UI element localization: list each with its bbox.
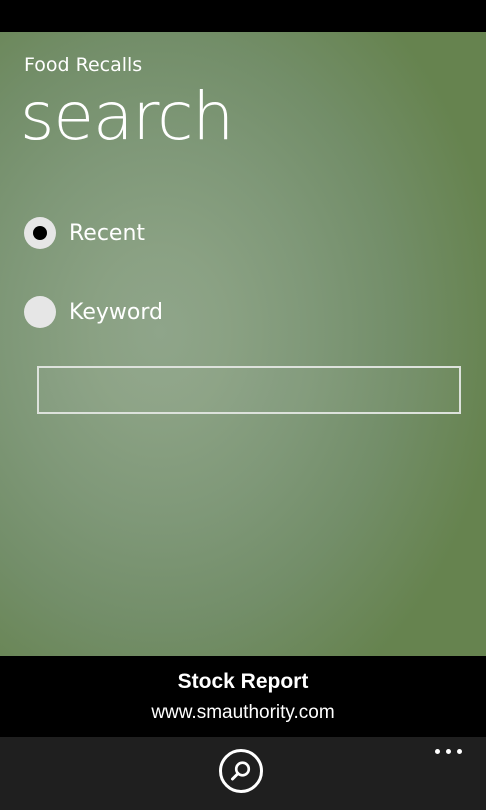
status-bar [0,0,486,32]
radio-selected-dot [33,226,47,240]
page-title: search [20,78,234,155]
radio-label-recent: Recent [69,220,146,246]
ad-banner[interactable]: Stock Report www.smauthority.com [0,657,486,736]
radio-button-unselected[interactable] [24,296,56,328]
radio-label-keyword: Keyword [69,299,163,325]
radio-option-recent[interactable]: Recent [24,216,145,250]
app-title: Food Recalls [24,54,143,76]
application-bar [0,737,486,810]
search-page: Food Recalls search Recent Keyword [0,32,486,656]
keyword-search-input[interactable] [37,366,461,414]
search-button[interactable] [219,749,263,793]
ad-title: Stock Report [177,670,309,693]
radio-option-keyword[interactable]: Keyword [24,295,163,329]
search-icon [231,761,251,781]
ad-url: www.smauthority.com [151,702,335,723]
ellipsis-icon[interactable] [433,745,465,757]
radio-button-selected[interactable] [24,217,56,249]
